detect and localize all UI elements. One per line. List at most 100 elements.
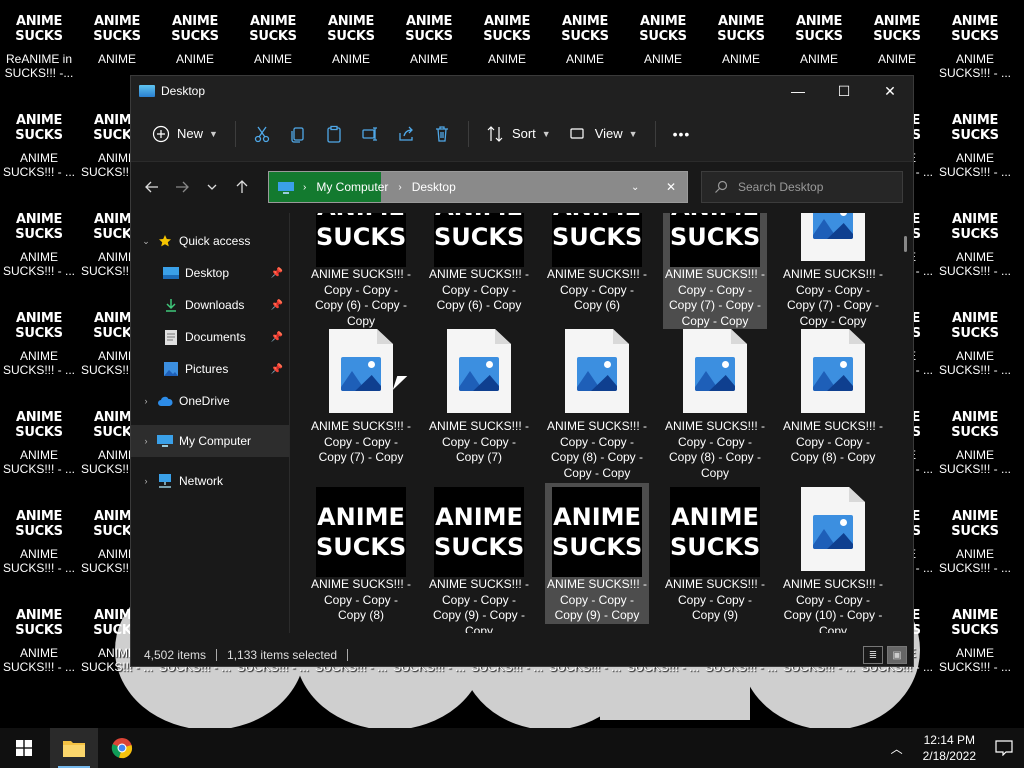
file-item[interactable]: ANIME SUCKS!!! - Copy - Copy - Copy (7) … <box>309 325 413 466</box>
address-bar[interactable]: › My Computer › Desktop ⌄ ✕ <box>268 171 688 203</box>
desktop-icon-thumb: ANIMESUCKS <box>15 410 63 440</box>
file-name: ANIME SUCKS!!! - Copy - Copy - Copy (10)… <box>783 577 884 633</box>
taskbar-chrome[interactable] <box>98 728 146 768</box>
search-box[interactable] <box>701 171 903 203</box>
file-item[interactable]: ANIME SUCKS!!! - Copy - Copy - Copy (7) … <box>781 213 885 329</box>
paste-button[interactable] <box>316 117 352 151</box>
nav-pictures[interactable]: Pictures 📌 <box>131 353 289 385</box>
image-file-icon <box>683 329 747 413</box>
file-name: ANIME SUCKS!!! - Copy - Copy - Copy (7) … <box>665 267 766 328</box>
rename-button[interactable] <box>352 117 388 151</box>
breadcrumb-desktop[interactable]: Desktop <box>412 180 456 194</box>
breadcrumb-my-computer[interactable]: My Computer <box>316 180 388 194</box>
view-button[interactable]: View ▼ <box>560 117 647 151</box>
file-name: ANIME SUCKS!!! - Copy - Copy - Copy (7) <box>429 419 530 464</box>
desktop-icon[interactable]: ANIMESUCKS ANIME SUCKS!!! - ... <box>936 602 1014 700</box>
file-item[interactable]: ANIME SUCKS!!! - Copy - Copy - Copy (8) … <box>781 325 885 466</box>
back-button[interactable] <box>137 172 167 202</box>
file-item[interactable]: ANIMESUCKSANIME SUCKS!!! - Copy - Copy -… <box>427 213 531 314</box>
desktop-icon[interactable]: ANIMESUCKS ANIME SUCKS!!! - ... <box>936 8 1014 106</box>
desktop-icon[interactable]: ANIMESUCKS ANIME SUCKS!!! - ... <box>936 206 1014 304</box>
details-view-icon[interactable]: ≣ <box>863 646 883 664</box>
desktop-icon[interactable]: ANIMESUCKS ANIME SUCKS!!! - ... <box>0 107 78 205</box>
nav-quick-access[interactable]: ⌄ Quick access <box>131 225 289 257</box>
notification-button[interactable] <box>984 728 1024 768</box>
scrollbar-thumb[interactable] <box>904 236 907 252</box>
star-icon <box>157 233 173 249</box>
desktop-icon-thumb: ANIMESUCKS <box>171 14 219 44</box>
sort-label: Sort <box>511 126 536 141</box>
file-item[interactable]: ANIMESUCKSANIME SUCKS!!! - Copy - Copy -… <box>427 483 531 633</box>
file-item[interactable]: ANIMESUCKSANIME SUCKS!!! - Copy - Copy -… <box>545 213 649 314</box>
nav-desktop[interactable]: Desktop 📌 <box>131 257 289 289</box>
desktop-icon-thumb: ANIMESUCKS <box>15 14 63 44</box>
address-dropdown-icon[interactable]: ⌄ <box>631 182 639 193</box>
minimize-button[interactable]: — <box>775 76 821 106</box>
start-button[interactable] <box>0 728 48 768</box>
chevron-right-icon[interactable]: › <box>135 476 157 486</box>
desktop-icon[interactable]: ANIME SUCKS ReANIME in SUCKS!!! -... <box>0 8 78 106</box>
nav-my-computer[interactable]: › My Computer <box>131 425 289 457</box>
close-button[interactable]: ✕ <box>867 76 913 106</box>
desktop-icon[interactable]: ANIMESUCKS ANIME SUCKS!!! - ... <box>0 206 78 304</box>
forward-button[interactable] <box>167 172 197 202</box>
search-input[interactable] <box>738 180 888 194</box>
desktop-icon-thumb: ANIMESUCKS <box>15 113 63 143</box>
file-item[interactable]: ANIMESUCKSANIME SUCKS!!! - Copy - Copy -… <box>309 213 413 329</box>
desktop-icon-label: ANIME SUCKS!!! - ... <box>938 547 1011 575</box>
pane-divider[interactable] <box>289 213 290 633</box>
share-button[interactable] <box>388 117 424 151</box>
up-button[interactable] <box>227 172 257 202</box>
maximize-button[interactable]: ☐ <box>821 76 867 106</box>
nav-network[interactable]: › Network <box>131 465 289 497</box>
sort-button[interactable]: Sort ▼ <box>477 117 560 151</box>
copy-button[interactable] <box>280 117 316 151</box>
clock[interactable]: 12:14 PM 2/18/2022 <box>915 732 984 764</box>
file-item[interactable]: ANIMESUCKSANIME SUCKS!!! - Copy - Copy -… <box>545 483 649 624</box>
large-icons-view-icon[interactable]: ▣ <box>887 646 907 664</box>
desktop-icon[interactable]: ANIMESUCKS ANIME SUCKS!!! - ... <box>0 305 78 403</box>
file-item[interactable]: ANIME SUCKS!!! - Copy - Copy - Copy (10)… <box>781 483 885 633</box>
clear-address-icon[interactable]: ✕ <box>666 180 676 194</box>
desktop-icon-thumb: ANIMESUCKS <box>15 509 63 539</box>
nav-downloads[interactable]: Downloads 📌 <box>131 289 289 321</box>
chevron-right-icon[interactable]: › <box>135 396 157 406</box>
nav-label: Pictures <box>185 362 229 376</box>
file-item[interactable]: ANIME SUCKS!!! - Copy - Copy - Copy (8) … <box>545 325 649 481</box>
file-name: ANIME SUCKS!!! - Copy - Copy - Copy (9) … <box>429 577 530 633</box>
desktop-icon[interactable]: ANIMESUCKS ANIME SUCKS!!! - ... <box>0 602 78 700</box>
file-item[interactable]: ANIMESUCKSANIME SUCKS!!! - Copy - Copy -… <box>663 213 767 329</box>
nav-label: Documents <box>185 330 246 344</box>
desktop-icon[interactable]: ANIMESUCKS ANIME SUCKS!!! - ... <box>936 305 1014 403</box>
new-button[interactable]: New ▼ <box>143 117 227 151</box>
chevron-down-icon[interactable]: ⌄ <box>135 236 157 247</box>
arrow-left-icon <box>145 181 158 193</box>
desktop-icon[interactable]: ANIMESUCKS ANIME SUCKS!!! - ... <box>936 404 1014 502</box>
windows-logo-icon <box>16 740 32 756</box>
chevron-down-icon: ▼ <box>541 128 551 139</box>
file-item[interactable]: ANIMESUCKSANIME SUCKS!!! - Copy - Copy -… <box>663 483 767 624</box>
pin-icon: 📌 <box>270 267 283 279</box>
delete-button[interactable] <box>424 117 460 151</box>
nav-documents[interactable]: Documents 📌 <box>131 321 289 353</box>
desktop-icon-thumb: ANIMESUCKS <box>15 311 63 341</box>
chevron-right-icon[interactable]: › <box>135 436 157 446</box>
thumbnail-text: ANIME <box>317 503 405 531</box>
thumbnail-text: SUCKS <box>670 533 761 561</box>
file-item[interactable]: ANIMESUCKSANIME SUCKS!!! - Copy - Copy -… <box>309 483 413 624</box>
file-item[interactable]: ANIME SUCKS!!! - Copy - Copy - Copy (8) … <box>663 325 767 481</box>
chevron-down-icon: ▼ <box>209 128 218 139</box>
cut-button[interactable] <box>244 117 280 151</box>
desktop-icon[interactable]: ANIMESUCKS ANIME SUCKS!!! - ... <box>0 503 78 601</box>
more-options-button[interactable]: ••• <box>664 117 700 151</box>
nav-onedrive[interactable]: › OneDrive <box>131 385 289 417</box>
desktop-icon[interactable]: ANIMESUCKS ANIME SUCKS!!! - ... <box>936 503 1014 601</box>
image-file-icon <box>565 329 629 413</box>
desktop-icon[interactable]: ANIMESUCKS ANIME SUCKS!!! - ... <box>936 107 1014 205</box>
chevron-up-icon[interactable]: ︿ <box>879 740 915 757</box>
taskbar-file-explorer[interactable] <box>50 728 98 768</box>
recent-locations-button[interactable] <box>197 172 227 202</box>
command-bar: New ▼ Sort ▼ View ▼ ••• <box>131 106 913 162</box>
file-item[interactable]: ANIME SUCKS!!! - Copy - Copy - Copy (7) <box>427 325 531 466</box>
desktop-icon[interactable]: ANIMESUCKS ANIME SUCKS!!! - ... <box>0 404 78 502</box>
